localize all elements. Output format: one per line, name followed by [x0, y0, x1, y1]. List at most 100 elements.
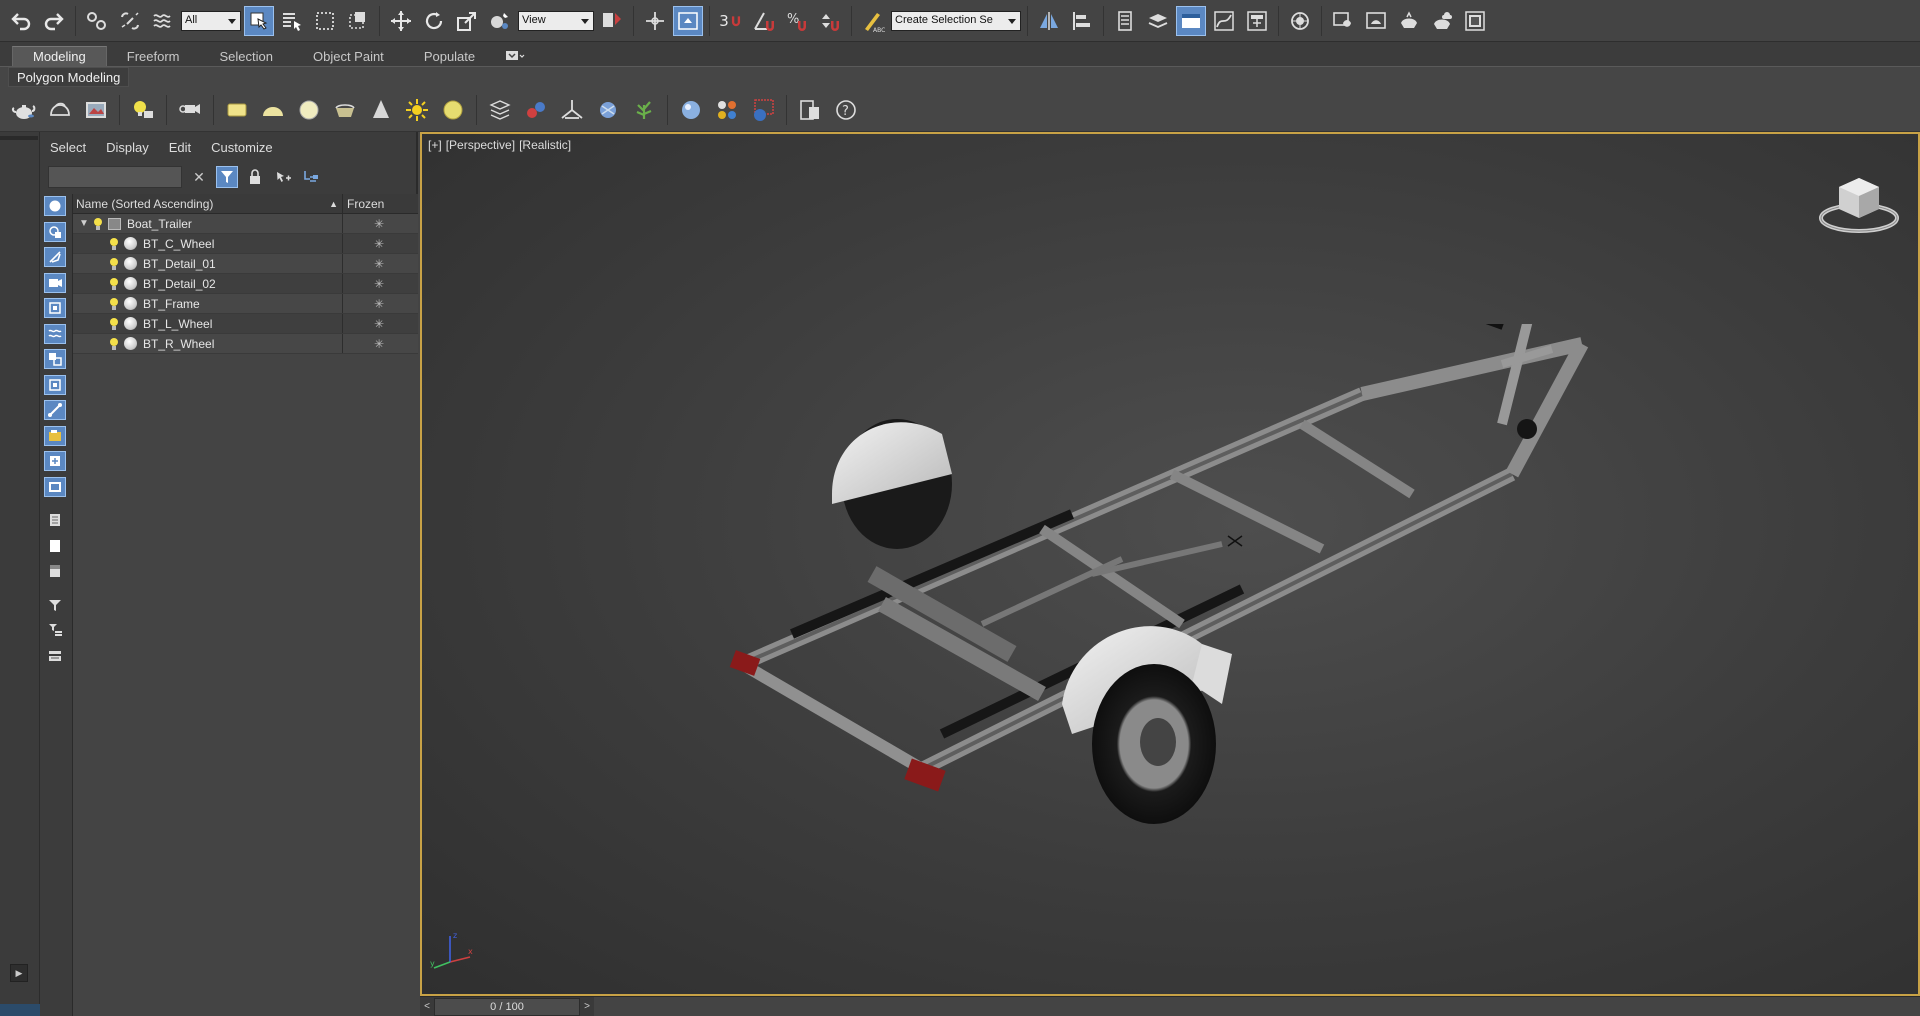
clear-search-icon[interactable]: ✕: [188, 166, 210, 188]
ribbon-options-icon[interactable]: [495, 46, 535, 66]
scene-converter-icon[interactable]: [794, 94, 826, 126]
percent-snap-toggle-icon[interactable]: %: [782, 6, 812, 36]
tab-selection[interactable]: Selection: [200, 46, 293, 66]
helpers-icon[interactable]: [520, 94, 552, 126]
perspective-viewport[interactable]: [+] [Perspective] [Realistic] x z y: [420, 132, 1920, 996]
display-cameras-icon[interactable]: [44, 272, 66, 293]
search-input[interactable]: [48, 166, 182, 188]
display-lights-icon[interactable]: [44, 247, 66, 267]
time-slider[interactable]: 0 / 100: [434, 997, 580, 1016]
curve-editor-icon[interactable]: [1209, 6, 1239, 36]
table-row[interactable]: BT_R_Wheel ✳: [73, 334, 418, 354]
render-in-cloud-icon[interactable]: [1427, 6, 1457, 36]
collapse-triangle-icon[interactable]: ▼: [79, 218, 89, 229]
display-geometry-icon[interactable]: [44, 196, 66, 216]
cone-primitive-icon[interactable]: [365, 94, 397, 126]
frozen-toggle-icon[interactable]: ✳: [343, 274, 415, 293]
shapes-icon[interactable]: [44, 94, 76, 126]
select-and-manipulate-icon[interactable]: [640, 6, 670, 36]
edit-named-selection-icon[interactable]: ABC: [858, 6, 888, 36]
render-setup-icon[interactable]: [1328, 6, 1358, 36]
frozen-toggle-icon[interactable]: ✳: [343, 294, 415, 313]
tab-object-paint[interactable]: Object Paint: [293, 46, 404, 66]
keyboard-shortcut-override-icon[interactable]: [673, 5, 703, 36]
next-frame-button[interactable]: >: [580, 997, 594, 1016]
select-and-scale-icon[interactable]: [452, 6, 482, 36]
select-children-icon[interactable]: [272, 166, 294, 188]
select-dependents-icon[interactable]: [300, 166, 322, 188]
lock-icon[interactable]: [244, 166, 266, 188]
named-selection-set-dropdown[interactable]: Create Selection Se: [891, 10, 1021, 31]
toggle-scene-explorer-icon[interactable]: [1110, 6, 1140, 36]
undo-icon[interactable]: [6, 6, 36, 36]
render-preview-icon[interactable]: [747, 94, 779, 126]
toggle-ribbon-icon[interactable]: [1176, 5, 1206, 36]
frozen-toggle-icon[interactable]: ✳: [343, 334, 415, 353]
timeline-track[interactable]: [594, 996, 1920, 1016]
display-frozen-icon[interactable]: [44, 451, 66, 471]
filter-icon[interactable]: [216, 166, 238, 188]
systems-icon[interactable]: [556, 94, 588, 126]
expand-panel-button[interactable]: ▶: [10, 964, 28, 982]
light-bulb-icon[interactable]: [109, 277, 119, 291]
menu-customize[interactable]: Customize: [201, 138, 282, 158]
light-bulb-icon[interactable]: [93, 217, 103, 231]
menu-select[interactable]: Select: [40, 138, 96, 158]
render-production-icon[interactable]: [1394, 6, 1424, 36]
frozen-toggle-icon[interactable]: ✳: [343, 314, 415, 333]
lights-icon[interactable]: [127, 94, 159, 126]
angle-snap-toggle-icon[interactable]: [749, 6, 779, 36]
frozen-toggle-icon[interactable]: ✳: [343, 234, 415, 253]
frozen-toggle-icon[interactable]: ✳: [343, 254, 415, 273]
filter-funnel-icon[interactable]: [44, 595, 66, 615]
display-shapes-icon[interactable]: [44, 221, 66, 242]
basket-primitive-icon[interactable]: [329, 94, 361, 126]
light-bulb-icon[interactable]: [109, 337, 119, 351]
sun-light-icon[interactable]: [401, 94, 433, 126]
color-swatches-icon[interactable]: [711, 94, 743, 126]
light-bulb-icon[interactable]: [109, 257, 119, 271]
invert-display-icon[interactable]: [44, 561, 66, 581]
table-row[interactable]: BT_C_Wheel ✳: [73, 234, 418, 254]
teapot-icon[interactable]: [8, 94, 40, 126]
viewport-general-menu[interactable]: [+]: [428, 138, 442, 152]
window-crossing-icon[interactable]: [343, 6, 373, 36]
select-and-place-icon[interactable]: [485, 6, 515, 36]
filter-layer-icon[interactable]: [44, 646, 66, 666]
display-helpers-icon[interactable]: [44, 298, 66, 318]
light-bulb-icon[interactable]: [109, 297, 119, 311]
dock-grip[interactable]: [0, 136, 38, 140]
display-space-warps-icon[interactable]: [44, 323, 66, 344]
display-hidden-icon[interactable]: [44, 476, 66, 497]
table-row[interactable]: BT_Frame ✳: [73, 294, 418, 314]
plane-primitive-icon[interactable]: [221, 94, 253, 126]
rendered-frame-window-icon[interactable]: [1361, 6, 1391, 36]
table-row[interactable]: BT_L_Wheel ✳: [73, 314, 418, 334]
toggle-layer-explorer-icon[interactable]: [1143, 6, 1173, 36]
filter-list-icon[interactable]: [44, 620, 66, 640]
previous-frame-button[interactable]: <: [420, 997, 434, 1016]
foliage-icon[interactable]: [628, 94, 660, 126]
boat-trailer-model[interactable]: [622, 324, 1622, 834]
mirror-icon[interactable]: [1034, 6, 1064, 36]
display-all-icon[interactable]: [44, 510, 66, 530]
menu-edit[interactable]: Edit: [159, 138, 201, 158]
viewport-shading-menu[interactable]: [Realistic]: [519, 138, 571, 152]
help-icon[interactable]: ?: [830, 94, 862, 126]
tab-modeling[interactable]: Modeling: [12, 46, 107, 66]
sky-dome-icon[interactable]: [437, 94, 469, 126]
select-and-move-icon[interactable]: [386, 6, 416, 36]
viewcube-icon[interactable]: [1816, 170, 1902, 240]
spinner-snap-toggle-icon[interactable]: [815, 6, 845, 36]
snaps-toggle-icon[interactable]: 3: [716, 6, 746, 36]
column-name-header[interactable]: Name (Sorted Ascending) ▲: [73, 194, 343, 213]
cameras-icon[interactable]: [80, 94, 112, 126]
sphere-primitive-icon[interactable]: [293, 94, 325, 126]
material-editor-icon[interactable]: [1285, 6, 1315, 36]
unlink-selection-icon[interactable]: [115, 6, 145, 36]
online-media-browser-icon[interactable]: [1460, 6, 1490, 36]
table-row[interactable]: BT_Detail_02 ✳: [73, 274, 418, 294]
redo-icon[interactable]: [39, 6, 69, 36]
display-none-icon[interactable]: [44, 536, 66, 556]
display-object-xrefs-icon[interactable]: [44, 374, 66, 395]
